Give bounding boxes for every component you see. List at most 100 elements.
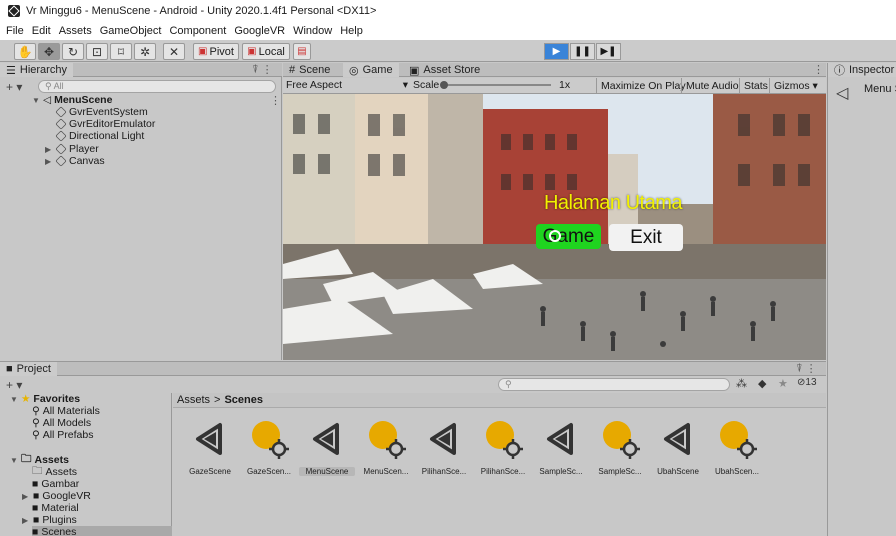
snap-icon: ▤ (297, 46, 307, 57)
tab-game[interactable]: ◎ Game (343, 63, 399, 77)
breadcrumb-scenes[interactable]: Scenes (224, 394, 263, 406)
folder-icon: ■ (33, 490, 40, 502)
move-tool-button[interactable]: ✥ (38, 43, 60, 60)
hierarchy-item-label: GvrEditorEmulator (69, 118, 156, 130)
step-button[interactable]: ▶❚ (596, 43, 621, 60)
lighting-settings-icon[interactable] (249, 419, 289, 459)
folder-icon: ■ (32, 526, 39, 536)
tab-scene[interactable]: # Scene (283, 63, 336, 77)
game-start-button[interactable]: Game (536, 224, 601, 249)
label-icon[interactable]: ◆ (758, 377, 766, 390)
unity-logo-icon (8, 5, 20, 17)
menu-edit[interactable]: Edit (32, 25, 51, 37)
breadcrumb-assets[interactable]: Assets (177, 394, 210, 406)
menu-file[interactable]: File (6, 25, 24, 37)
asset-label[interactable]: PilihanSce... (475, 467, 531, 476)
tab-hierarchy-label: Hierarchy (19, 64, 67, 76)
play-button[interactable]: ▶ (544, 43, 569, 60)
asset-label[interactable]: GazeScene (182, 467, 238, 476)
project-search[interactable]: ⚲ (498, 378, 730, 391)
unity-scene-icon[interactable] (190, 419, 230, 459)
project-lock-icon[interactable]: ⍒ ⋮ (796, 362, 817, 376)
folder-material[interactable]: ■ Material (32, 502, 79, 514)
folder-label: Assets (45, 466, 78, 478)
menu-window[interactable]: Window (293, 25, 332, 37)
asset-label[interactable]: UbahScen... (709, 467, 765, 476)
mute-audio-toggle[interactable]: Mute Audio (681, 78, 743, 93)
rotate-tool-button[interactable]: ↻ (62, 43, 84, 60)
scene-root[interactable]: ▼ ◁ MenuScene (32, 94, 112, 106)
asset-label[interactable]: PilihanSce... (416, 467, 472, 476)
tab-project[interactable]: ■ Project (0, 362, 57, 376)
menu-gameobject[interactable]: GameObject (100, 25, 162, 37)
scale-tool-button[interactable]: ⊡ (86, 43, 108, 60)
scale-slider[interactable] (441, 84, 551, 86)
folder-plugins[interactable]: ▶ ■ Plugins (22, 514, 77, 526)
menu-assets[interactable]: Assets (59, 25, 92, 37)
lighting-settings-icon[interactable] (483, 419, 523, 459)
favorite-all-models[interactable]: ⚲ All Models (32, 417, 91, 429)
folder-googlevr[interactable]: ▶ ■ GoogleVR (22, 490, 91, 502)
folder-scenes[interactable]: ■ Scenes (32, 526, 172, 536)
pivot-toggle[interactable]: ▣ Pivot (193, 43, 239, 60)
unity-scene-icon[interactable] (658, 419, 698, 459)
lighting-settings-icon[interactable] (717, 419, 757, 459)
add-object-button[interactable]: + ▾ (6, 80, 22, 94)
hierarchy-item-player[interactable]: ▶ Player (45, 143, 99, 155)
unity-scene-icon[interactable] (424, 419, 464, 459)
menu-help[interactable]: Help (340, 25, 363, 37)
tab-asset-store[interactable]: ▣ Asset Store (403, 63, 486, 77)
pause-button[interactable]: ❚❚ (570, 43, 595, 60)
create-button[interactable]: + ▾ (6, 378, 22, 392)
gizmos-toggle[interactable]: Gizmos ▾ (769, 78, 822, 93)
folder-assets[interactable]: 🗀 Assets (32, 465, 78, 478)
stats-toggle[interactable]: Stats (739, 78, 772, 93)
unity-scene-icon[interactable] (307, 419, 347, 459)
unity-scene-icon[interactable] (541, 419, 581, 459)
hidden-count[interactable]: ⊘13 (797, 377, 817, 388)
view-menu-icon[interactable]: ⋮ (813, 63, 824, 76)
folder-icon: ■ (32, 502, 39, 514)
transform-tool-button[interactable]: ✲ (134, 43, 156, 60)
game-view[interactable]: Halaman Utama Game Exit (283, 94, 826, 360)
hierarchy-item-gvreventsystem[interactable]: GvrEventSystem (55, 106, 148, 118)
hierarchy-item-directional-light[interactable]: Directional Light (55, 130, 144, 142)
aspect-dropdown[interactable]: Free Aspect ▾ (286, 79, 408, 93)
hierarchy-search[interactable]: ⚲ All (38, 80, 276, 93)
filter-type-icon[interactable]: ⁂ (736, 377, 747, 390)
title-bar: Vr Minggu6 - MenuScene - Android - Unity… (0, 0, 896, 22)
game-exit-button[interactable]: Exit (609, 224, 683, 251)
favorites-header[interactable]: ▼ ★ Favorites (10, 393, 80, 405)
local-toggle[interactable]: ▣ Local (242, 43, 290, 60)
tab-hierarchy[interactable]: ☰ Hierarchy (0, 63, 73, 77)
scale-slider-thumb[interactable] (440, 81, 448, 89)
asset-label[interactable]: GazeScen... (241, 467, 297, 476)
menu-googlevr[interactable]: GoogleVR (234, 25, 285, 37)
asset-label[interactable]: UbahScene (650, 467, 706, 476)
custom-tool-button[interactable]: ✕ (163, 43, 185, 60)
menu-component[interactable]: Component (169, 25, 226, 37)
search-icon: ⚲ (32, 405, 40, 417)
lock-icon[interactable]: ⍒ ⋮ (252, 63, 273, 77)
hierarchy-item-gvreditoremulator[interactable]: GvrEditorEmulator (55, 118, 156, 130)
hand-tool-button[interactable]: ✋ (14, 43, 36, 60)
rect-tool-button[interactable]: ⌑ (110, 43, 132, 60)
asset-label[interactable]: SampleSc... (533, 467, 589, 476)
favorite-all-materials[interactable]: ⚲ All Materials (32, 405, 100, 417)
scene-menu-icon[interactable]: ⋮ (270, 94, 281, 107)
lighting-settings-icon[interactable] (366, 419, 406, 459)
folder-gambar[interactable]: ■ Gambar (32, 478, 79, 490)
favorite-all-prefabs[interactable]: ⚲ All Prefabs (32, 429, 93, 441)
search-icon: ⚲ (32, 429, 40, 441)
snap-button[interactable]: ▤ (293, 43, 311, 60)
hierarchy-item-canvas[interactable]: ▶ Canvas (45, 155, 105, 167)
asset-label[interactable]: SampleSc... (592, 467, 648, 476)
maximize-on-play-toggle[interactable]: Maximize On Play (596, 78, 690, 93)
scene-root-label: MenuScene (54, 94, 113, 106)
favorite-star-icon[interactable]: ★ (778, 377, 788, 390)
dropdown-arrow-icon: ▾ (402, 79, 408, 91)
asset-label[interactable]: MenuScen... (358, 467, 414, 476)
asset-label[interactable]: MenuScene (299, 467, 355, 476)
lighting-settings-icon[interactable] (600, 419, 640, 459)
tab-inspector[interactable]: ⓘ Inspector (828, 63, 896, 77)
